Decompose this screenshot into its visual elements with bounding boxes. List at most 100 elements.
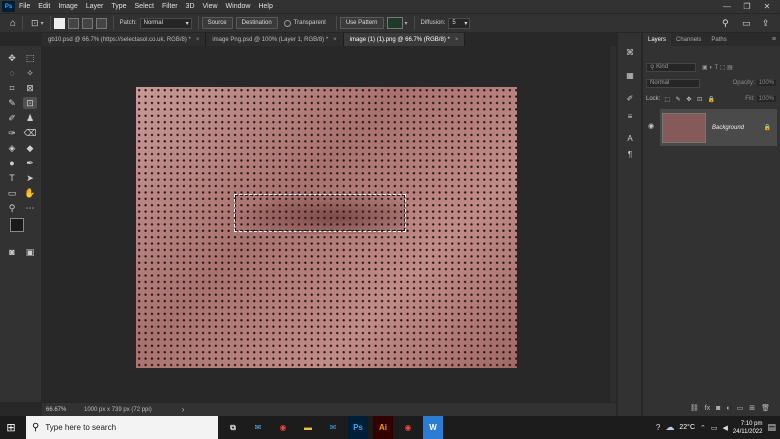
frame-tool-icon[interactable]: ⊠ [23,82,37,94]
history-brush-tool-icon[interactable]: ✑ [5,127,19,139]
network-icon[interactable]: ▭ [711,424,718,432]
new-layer-icon[interactable]: ⊞ [749,404,755,412]
chrome-icon[interactable]: ◉ [398,416,418,439]
type-tool-icon[interactable]: T [5,172,19,184]
visibility-eye-icon[interactable]: ◉ [648,122,654,130]
tab-layers[interactable]: Layers [643,33,672,46]
dodge-tool-icon[interactable]: ● [5,157,19,169]
menu-layer[interactable]: Layer [82,3,108,10]
magic-wand-tool-icon[interactable]: ✧ [23,67,37,79]
photoshop-taskbar-icon[interactable]: Ps [348,416,368,439]
menu-file[interactable]: File [15,3,34,10]
weather-icon[interactable]: ☁ [665,422,674,433]
menu-image[interactable]: Image [54,3,81,10]
new-group-icon[interactable]: ▭ [737,404,744,412]
share-icon[interactable]: ⇪ [762,18,770,29]
subtract-selection-icon[interactable] [81,17,93,29]
mail-icon[interactable]: ✉ [323,416,343,439]
filter-icons[interactable]: ▣ ◐ T ⬚ ▤ [702,64,733,71]
selection-marquee[interactable] [234,194,406,232]
move-tool-icon[interactable]: ✥ [5,52,19,64]
canvas-area[interactable] [42,46,609,402]
zoom-level[interactable]: 66.67% [42,407,78,413]
menu-window[interactable]: Window [222,3,255,10]
opacity-value[interactable]: 100% [756,80,776,86]
transparent-checkbox[interactable] [283,19,291,27]
tab-channels[interactable]: Channels [671,33,706,46]
swatches-panel-icon[interactable]: ▦ [624,70,636,81]
task-view-icon[interactable]: ⧉ [223,416,243,439]
history-panel-icon[interactable]: ⌘ [624,47,636,58]
search-icon[interactable]: ⚲ [722,18,729,29]
workspace-icon[interactable]: ▭ [742,18,751,29]
brush-panel-icon[interactable]: ✐ [624,93,636,104]
preset-dropdown-icon[interactable]: ▾ [41,20,44,27]
patch-tool-icon[interactable]: ⊡ [23,97,37,109]
adjustments-panel-icon[interactable]: ≡ [624,111,636,122]
link-layers-icon[interactable]: ⛓ [690,404,699,412]
file-explorer-icon[interactable]: ▬ [298,416,318,439]
blend-mode-select[interactable]: Normal [646,78,700,88]
blur-tool-icon[interactable]: ◆ [23,142,37,154]
paint-bucket-tool-icon[interactable]: ◈ [5,142,19,154]
panel-menu-icon[interactable]: ≡ [772,36,776,43]
eyedropper-tool-icon[interactable]: ✎ [5,97,19,109]
pattern-dropdown-icon[interactable]: ▾ [405,20,408,27]
windows-start-icon[interactable]: ⊞ [0,416,22,439]
close-icon[interactable]: × [333,37,337,43]
stamp-tool-icon[interactable]: ♟ [23,112,37,124]
crop-tool-icon[interactable]: ⌗ [5,82,19,94]
add-selection-icon[interactable] [67,17,79,29]
patch-mode-select[interactable]: Normal ▾ [139,17,192,29]
more-tools-icon[interactable]: ⋯ [23,202,37,214]
status-arrow-icon[interactable]: › [182,405,185,414]
chrome-icon[interactable]: ◉ [273,416,293,439]
document-canvas[interactable] [136,87,517,368]
kind-filter-select[interactable]: ⚲ Kind [646,62,696,72]
use-pattern-button[interactable]: Use Pattern [339,17,384,29]
menu-edit[interactable]: Edit [34,3,54,10]
tab-paths[interactable]: Paths [706,33,731,46]
vertical-scrollbar[interactable] [609,46,616,402]
foreground-color-swatch[interactable] [10,218,24,232]
screen-mode-icon[interactable]: ▣ [23,246,37,258]
lasso-tool-icon[interactable]: ◌ [5,67,19,79]
chevron-up-icon[interactable]: ⌃ [700,424,706,432]
zoom-tool-icon[interactable]: ⚲ [5,202,19,214]
source-button[interactable]: Source [201,17,233,29]
menu-help[interactable]: Help [254,3,276,10]
marquee-tool-icon[interactable]: ⬚ [23,52,37,64]
layer-row-background[interactable]: Background 🔒 [660,109,777,146]
diffusion-select[interactable]: 5 ▾ [448,17,471,29]
menu-type[interactable]: Type [107,3,130,10]
volume-icon[interactable]: ◀ [723,424,728,432]
tab-gb10[interactable]: gb10.psd @ 66.7% (https://selectasol.co.… [42,33,207,46]
menu-view[interactable]: View [199,3,222,10]
intersect-selection-icon[interactable] [95,17,107,29]
illustrator-taskbar-icon[interactable]: Ai [373,416,393,439]
word-taskbar-icon[interactable]: W [423,416,443,439]
adjustment-layer-icon[interactable]: ◐ [726,405,730,412]
clock[interactable]: 7:10 pm 24/11/2022 [733,420,763,436]
brush-tool-icon[interactable]: ✐ [5,112,19,124]
shape-tool-icon[interactable]: ▭ [5,187,19,199]
hand-tool-icon[interactable]: ✋ [23,187,37,199]
pen-tool-icon[interactable]: ✒ [23,157,37,169]
tab-image-1-1[interactable]: image (1) (1).png @ 66.7% (RGB/8) * × [343,33,466,46]
tab-image-png[interactable]: image Png.psd @ 100% (Layer 1, RGB/8) * … [206,33,344,46]
path-selection-tool-icon[interactable]: ➤ [23,172,37,184]
paragraph-panel-icon[interactable]: ¶ [624,149,636,160]
home-icon[interactable]: ⌂ [10,18,16,29]
close-icon[interactable]: × [196,37,200,43]
character-panel-icon[interactable]: A [624,133,636,144]
quick-mask-icon[interactable]: ◙ [5,246,19,258]
menu-select[interactable]: Select [131,3,158,10]
temperature[interactable]: 22°C [679,424,695,431]
taskbar-search-box[interactable]: ⚲ Type here to search [26,416,218,439]
patch-tool-preset-icon[interactable]: ⊡ [31,18,39,29]
add-mask-icon[interactable]: ◙ [716,405,720,412]
widget-icon[interactable]: ✉ [248,416,268,439]
eraser-tool-icon[interactable]: ⌫ [23,127,37,139]
close-icon[interactable]: × [455,37,459,43]
minimize-button[interactable]: — [718,0,736,13]
